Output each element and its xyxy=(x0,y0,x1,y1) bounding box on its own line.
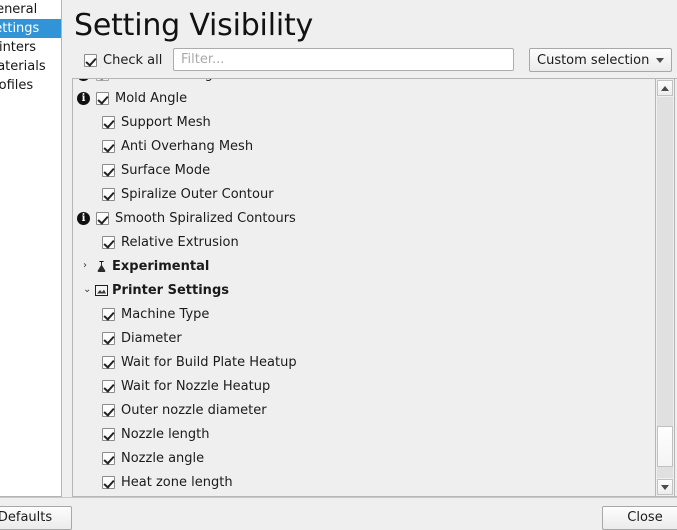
scroll-down-glyph xyxy=(661,484,669,490)
sidebar-item-materials[interactable]: Materials xyxy=(0,57,61,76)
setting-visibility-row[interactable]: Nozzle length xyxy=(73,422,657,446)
setting-label: Smooth Spiralized Contours xyxy=(115,210,296,226)
setting-visibility-row[interactable]: Anti Overhang Mesh xyxy=(73,134,657,158)
setting-visibility-row[interactable]: Surface Mode xyxy=(73,158,657,182)
setting-visibility-row[interactable]: Machine Type xyxy=(73,302,657,326)
info-icon[interactable]: i xyxy=(77,211,90,225)
setting-visibility-checkbox[interactable] xyxy=(102,451,115,465)
flask-icon xyxy=(94,259,109,274)
setting-visibility-row[interactable]: i Mold Roof Height xyxy=(73,79,657,86)
setting-label: Support Mesh xyxy=(121,114,211,130)
chevron-down-icon[interactable]: ⌄ xyxy=(83,285,94,295)
scroll-up-arrow-icon[interactable] xyxy=(657,80,673,96)
setting-visibility-checkbox[interactable] xyxy=(102,163,115,177)
settings-list-rows: i Mold Roof Height i Mold Angle Support Mesh… xyxy=(73,79,657,494)
setting-label: Nozzle angle xyxy=(121,450,205,466)
setting-visibility-row[interactable]: Nozzle angle xyxy=(73,446,657,470)
sidebar-item-label: Profiles xyxy=(0,78,34,93)
info-icon[interactable]: i xyxy=(77,91,90,105)
setting-visibility-checkbox[interactable] xyxy=(102,379,115,393)
scrollbar-track[interactable] xyxy=(657,97,673,478)
setting-visibility-checkbox[interactable] xyxy=(102,475,115,489)
setting-visibility-row[interactable]: Relative Extrusion xyxy=(73,230,657,254)
setting-visibility-checkbox[interactable] xyxy=(102,403,115,417)
filter-input[interactable] xyxy=(173,48,514,71)
setting-visibility-row[interactable]: Support Mesh xyxy=(73,110,657,134)
check-all-label: Check all xyxy=(103,52,163,68)
setting-visibility-checkbox[interactable] xyxy=(102,139,115,153)
setting-label: Wait for Nozzle Heatup xyxy=(121,378,271,394)
setting-label: Heat zone length xyxy=(121,474,233,490)
setting-label: Wait for Build Plate Heatup xyxy=(121,354,297,370)
setting-visibility-row[interactable]: Heat zone length xyxy=(73,470,657,494)
selection-preset-label: Custom selection xyxy=(537,52,650,68)
setting-label: Spiralize Outer Contour xyxy=(121,186,274,202)
setting-visibility-row[interactable]: i Mold Angle xyxy=(73,86,657,110)
sidebar-item-label: Printers xyxy=(0,40,37,55)
setting-visibility-checkbox[interactable] xyxy=(96,211,109,225)
settings-list-scrollbar[interactable] xyxy=(655,78,675,497)
settings-category-row[interactable]: › Experimental xyxy=(73,254,657,278)
setting-label: Nozzle length xyxy=(121,426,210,442)
setting-label: Mold Roof Height xyxy=(115,79,226,82)
setting-visibility-row[interactable]: i Smooth Spiralized Contours xyxy=(73,206,657,230)
setting-visibility-checkbox[interactable] xyxy=(96,79,109,81)
setting-visibility-row[interactable]: Wait for Nozzle Heatup xyxy=(73,374,657,398)
setting-label: Diameter xyxy=(121,330,182,346)
setting-visibility-pane: Setting Visibility Check all Custom sele… xyxy=(62,0,677,497)
page-title: Setting Visibility xyxy=(74,8,314,43)
visibility-toolbar: Check all Custom selection xyxy=(62,48,677,74)
setting-label: Relative Extrusion xyxy=(121,234,239,250)
setting-label: Anti Overhang Mesh xyxy=(121,138,254,154)
settings-visibility-list[interactable]: i Mold Roof Height i Mold Angle Support Mesh… xyxy=(72,78,677,497)
setting-visibility-checkbox[interactable] xyxy=(102,307,115,321)
check-all-control[interactable]: Check all xyxy=(84,51,162,69)
info-icon[interactable]: i xyxy=(77,79,90,81)
settings-category-row[interactable]: ⌄ Printer Settings xyxy=(73,278,657,302)
sidebar-item-settings[interactable]: Settings xyxy=(0,19,61,38)
setting-label: Mold Angle xyxy=(115,90,188,106)
setting-visibility-checkbox[interactable] xyxy=(102,331,115,345)
setting-visibility-checkbox[interactable] xyxy=(102,235,115,249)
setting-visibility-checkbox[interactable] xyxy=(102,427,115,441)
scroll-down-arrow-icon[interactable] xyxy=(657,479,673,495)
setting-label: Outer nozzle diameter xyxy=(121,402,267,418)
sidebar-item-label: Settings xyxy=(0,21,40,36)
setting-label: Surface Mode xyxy=(121,162,211,178)
settings-category-label: Printer Settings xyxy=(112,282,229,298)
setting-visibility-row[interactable]: Wait for Build Plate Heatup xyxy=(73,350,657,374)
chevron-down-icon xyxy=(656,57,664,63)
setting-visibility-row[interactable]: Diameter xyxy=(73,326,657,350)
setting-visibility-checkbox[interactable] xyxy=(96,91,109,105)
setting-visibility-row[interactable]: Spiralize Outer Contour xyxy=(73,182,657,206)
settings-category-label: Experimental xyxy=(112,258,210,274)
sidebar-item-label: Materials xyxy=(0,59,46,74)
sidebar-item-general[interactable]: General xyxy=(0,0,61,19)
printer-icon xyxy=(94,283,109,298)
scrollbar-thumb[interactable] xyxy=(657,426,673,467)
setting-visibility-checkbox[interactable] xyxy=(102,187,115,201)
dialog-button-bar: Defaults Close xyxy=(0,497,677,530)
setting-visibility-checkbox[interactable] xyxy=(102,355,115,369)
settings-category-sidebar[interactable]: General Settings Printers Materials Profiles xyxy=(0,0,62,497)
setting-label: Machine Type xyxy=(121,306,210,322)
settings-list-viewport: i Mold Roof Height i Mold Angle Support Mesh… xyxy=(73,79,657,496)
defaults-button[interactable]: Defaults xyxy=(0,506,72,530)
sidebar-item-profiles[interactable]: Profiles xyxy=(0,76,61,95)
scroll-up-glyph xyxy=(661,85,669,91)
chevron-right-icon[interactable]: › xyxy=(83,261,94,271)
close-button[interactable]: Close xyxy=(602,506,677,530)
check-all-checkbox[interactable] xyxy=(84,53,97,67)
setting-visibility-row[interactable]: Outer nozzle diameter xyxy=(73,398,657,422)
selection-preset-dropdown[interactable]: Custom selection xyxy=(529,48,672,72)
sidebar-item-printers[interactable]: Printers xyxy=(0,38,61,57)
setting-visibility-checkbox[interactable] xyxy=(102,115,115,129)
sidebar-item-label: General xyxy=(0,2,38,17)
